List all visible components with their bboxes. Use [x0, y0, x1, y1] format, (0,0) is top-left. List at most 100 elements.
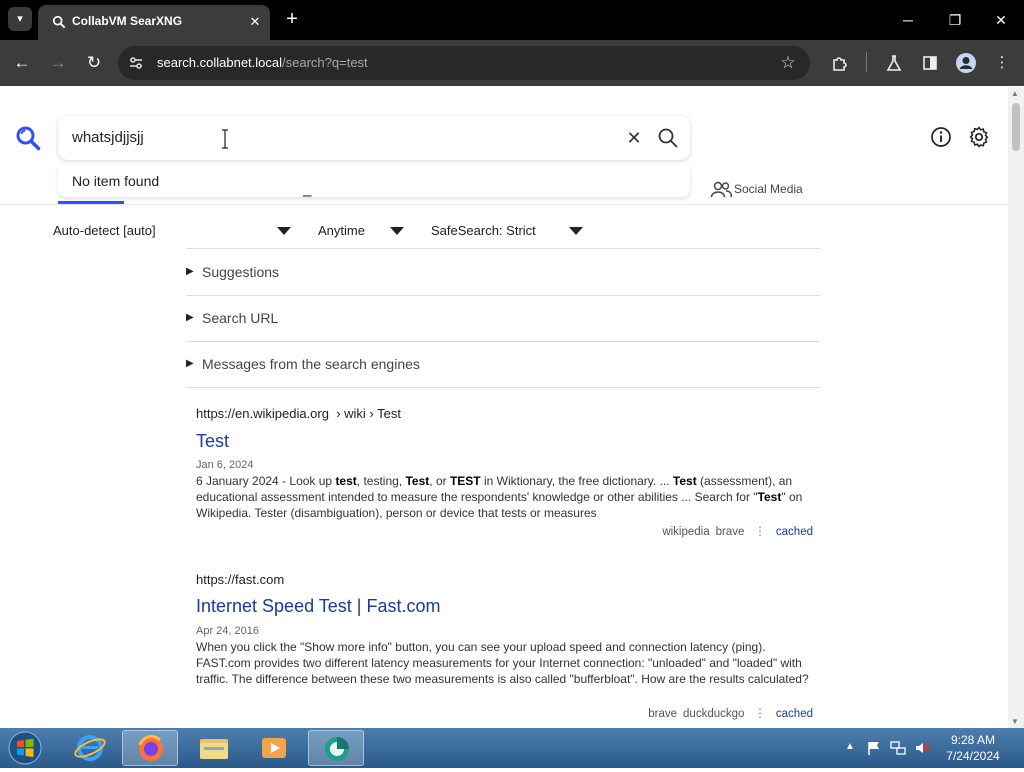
taskbar-explorer[interactable] — [186, 730, 242, 766]
volume-muted-icon[interactable] — [914, 740, 930, 756]
search-input[interactable]: whatsjdjjsjj ✕ — [58, 116, 690, 160]
windows-start-icon[interactable] — [5, 730, 45, 766]
labs-icon[interactable] — [882, 51, 906, 75]
menu-icon[interactable]: ⋮ — [990, 51, 1014, 75]
autocomplete-empty-text: No item found — [72, 173, 160, 189]
snippet-text: 6 January 2024 - Look up — [196, 474, 336, 488]
chevron-down-icon[interactable] — [390, 227, 404, 235]
more-icon[interactable]: ⋮ — [754, 708, 766, 720]
snippet-text: , or — [429, 474, 450, 488]
triangle-right-icon: ▶ — [186, 312, 194, 323]
minimize-icon[interactable]: ─ — [894, 6, 922, 34]
browser-toolbar: ← → ↻ search.collabnet.local/search?q=te… — [0, 40, 1024, 86]
plus-icon[interactable]: + — [281, 8, 303, 30]
close-window-icon[interactable]: ✕ — [987, 6, 1015, 34]
back-icon[interactable]: ← — [10, 51, 34, 75]
result-date: Apr 24, 2016 — [196, 625, 259, 637]
url-host: search.collabnet.local — [157, 55, 283, 70]
site-info-icon[interactable] — [128, 55, 144, 71]
section-label: Messages from the search engines — [202, 356, 420, 372]
profile-icon[interactable] — [954, 51, 978, 75]
extensions-icon[interactable] — [828, 51, 852, 75]
result-title[interactable]: Internet Speed Test | Fast.com — [196, 596, 440, 617]
windows-taskbar: ▲ 9:28 AM 7/24/2024 — [0, 728, 1024, 768]
media-player-icon — [262, 738, 286, 758]
browser-tab[interactable]: CollabVM SearXNG ✕ — [38, 5, 270, 40]
snippet-text: , testing, — [356, 474, 406, 488]
clock-date: 7/24/2024 — [946, 749, 1000, 763]
snippet-highlight: test — [335, 474, 357, 488]
reload-icon[interactable]: ↻ — [82, 51, 106, 75]
snippet-highlight: Test — [672, 474, 697, 488]
result-url[interactable]: https://fast.com — [196, 572, 284, 587]
result-url[interactable]: https://en.wikipedia.org › wiki › Test — [196, 406, 401, 421]
people-icon — [710, 181, 732, 198]
info-icon[interactable] — [929, 125, 953, 149]
engine-messages-toggle[interactable]: ▶ Messages from the search engines — [186, 356, 486, 376]
more-icon[interactable]: ⋮ — [754, 526, 766, 538]
divider — [186, 341, 820, 342]
collabvm-icon — [325, 737, 349, 761]
divider — [186, 248, 820, 249]
toolbar-separator — [866, 52, 867, 72]
sidepanel-icon[interactable] — [918, 51, 942, 75]
divider — [186, 295, 820, 296]
snippet-highlight: Test — [405, 474, 430, 488]
searxng-page: whatsjdjjsjj ✕ No item found ▁ Social Me… — [0, 87, 1008, 728]
address-bar[interactable]: search.collabnet.local/search?q=test ☆ — [118, 46, 810, 80]
network-icon[interactable] — [890, 740, 906, 756]
snippet-text: in Wiktionary, the free dictionary. ... — [480, 474, 673, 488]
chevron-down-icon[interactable] — [569, 227, 583, 235]
cached-link[interactable]: cached — [776, 526, 813, 538]
scrollbar-thumb[interactable] — [1012, 103, 1020, 151]
result-snippet: When you click the "Show more info" butt… — [196, 640, 809, 686]
firefox-icon — [138, 735, 163, 761]
triangle-right-icon: ▶ — [186, 266, 194, 277]
search-logo-icon[interactable] — [15, 125, 41, 151]
tab-list-icon[interactable]: ▾ — [8, 7, 32, 31]
result-snippet: 6 January 2024 - Look up test, testing, … — [196, 473, 814, 521]
engine-badge: brave — [715, 526, 745, 538]
result-engines: wikipedia brave ⋮ cached — [656, 524, 813, 538]
search-icon[interactable] — [656, 126, 680, 150]
close-icon[interactable]: ✕ — [246, 13, 264, 31]
result-title[interactable]: Test — [196, 431, 229, 452]
browser-tabbar: ▾ CollabVM SearXNG ✕ + ─ ❐ ✕ — [0, 0, 1024, 40]
star-icon[interactable]: ☆ — [778, 53, 798, 73]
taskbar-media-player[interactable] — [246, 730, 302, 766]
explorer-icon — [200, 739, 228, 759]
search-url-toggle[interactable]: ▶ Search URL — [186, 310, 486, 330]
taskbar-collabvm[interactable] — [308, 730, 364, 766]
page-scrollbar[interactable]: ▲ ▼ — [1008, 87, 1024, 728]
forward-icon[interactable]: → — [46, 51, 70, 75]
result-date: Jan 6, 2024 — [196, 459, 254, 471]
chevron-down-icon[interactable] — [277, 227, 291, 235]
restore-icon[interactable]: ❐ — [941, 6, 969, 34]
section-label: Search URL — [202, 310, 279, 326]
flag-icon[interactable] — [866, 740, 882, 756]
taskbar-firefox[interactable] — [122, 730, 178, 766]
clock-time: 9:28 AM — [950, 733, 996, 747]
ie-icon — [74, 735, 106, 761]
engine-badge: wikipedia — [662, 526, 710, 538]
search-query[interactable]: whatsjdjjsjj — [72, 129, 144, 146]
divider — [186, 387, 820, 388]
taskbar-ie[interactable] — [62, 730, 118, 766]
scroll-up-icon[interactable]: ▲ — [1011, 89, 1019, 98]
gear-icon[interactable] — [967, 125, 991, 149]
suggestions-toggle[interactable]: ▶ Suggestions — [186, 264, 486, 284]
system-clock[interactable]: 9:28 AM 7/24/2024 — [940, 732, 1006, 764]
category-social-media-label: Social Media — [734, 182, 803, 196]
clear-icon[interactable]: ✕ — [623, 127, 645, 149]
section-label: Suggestions — [202, 264, 280, 280]
cached-link[interactable]: cached — [776, 708, 813, 720]
show-hidden-icons[interactable]: ▲ — [845, 741, 861, 757]
scroll-down-icon[interactable]: ▼ — [1011, 717, 1019, 726]
safesearch-select[interactable]: SafeSearch: Strict — [431, 223, 536, 243]
result-engines: brave duckduckgo ⋮ cached — [642, 706, 813, 720]
result-breadcrumb: › wiki › Test — [336, 406, 401, 421]
language-select[interactable]: Auto-detect [auto] — [53, 223, 156, 243]
snippet-highlight: Test — [757, 490, 782, 504]
autocomplete-dropdown: No item found — [58, 165, 690, 197]
time-range-select[interactable]: Anytime — [318, 223, 365, 243]
